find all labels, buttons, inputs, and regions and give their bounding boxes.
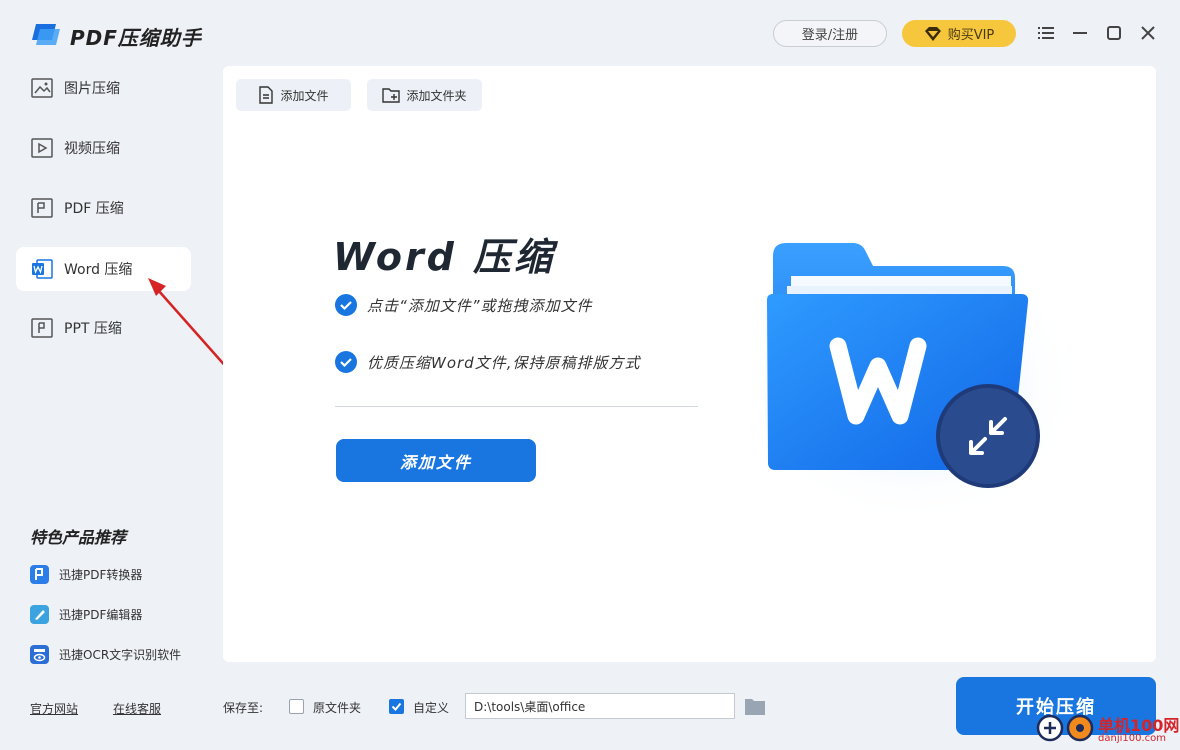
sidebar-item-word-compress[interactable]: Word 压缩 <box>16 247 191 291</box>
official-site-link[interactable]: 官方网站 <box>30 700 78 717</box>
product-label: 迅捷PDF编辑器 <box>59 607 143 622</box>
feature-bullet: 点击“添加文件”或拖拽添加文件 <box>335 294 593 316</box>
sidebar-item-label: Word 压缩 <box>64 262 133 278</box>
sidebar-item-ppt-compress[interactable]: PPT 压缩 <box>16 306 191 350</box>
check-circle-icon <box>335 294 357 316</box>
product-label: 迅捷PDF转换器 <box>59 567 143 582</box>
pdf-compress-icon <box>31 198 53 218</box>
video-compress-icon <box>31 138 53 158</box>
add-file-icon <box>259 86 274 104</box>
hero-title: Word 压缩 <box>333 235 556 279</box>
add-folder-button[interactable]: 添加文件夹 <box>367 79 482 111</box>
sidebar-item-pdf-compress[interactable]: PDF 压缩 <box>16 186 191 230</box>
diamond-icon <box>924 26 941 41</box>
maximize-icon[interactable] <box>1103 22 1125 44</box>
custom-folder-label: 自定义 <box>413 701 450 715</box>
featured-products-title: 特色产品推荐 <box>30 528 127 547</box>
add-file-button[interactable]: 添加文件 <box>236 79 351 111</box>
product-label: 迅捷OCR文字识别软件 <box>59 647 182 662</box>
browse-folder-icon[interactable] <box>744 696 766 716</box>
sidebar-item-video-compress[interactable]: 视频压缩 <box>16 126 191 170</box>
pdf-editor-icon <box>30 604 49 624</box>
close-icon[interactable] <box>1137 22 1159 44</box>
vip-label: 购买VIP <box>947 28 995 43</box>
product-pdf-converter[interactable]: 迅捷PDF转换器 <box>30 563 142 585</box>
add-folder-icon <box>382 88 401 103</box>
add-folder-label: 添加文件夹 <box>406 88 467 103</box>
original-folder-checkbox[interactable] <box>289 699 304 714</box>
product-ocr[interactable]: 迅捷OCR文字识别软件 <box>30 643 181 665</box>
divider <box>335 406 698 407</box>
product-pdf-editor[interactable]: 迅捷PDF编辑器 <box>30 603 142 625</box>
ppt-compress-icon <box>31 318 53 338</box>
pdf-converter-icon <box>30 564 49 584</box>
add-file-label: 添加文件 <box>280 88 329 103</box>
buy-vip-button[interactable]: 购买VIP <box>902 20 1016 47</box>
login-register-button[interactable]: 登录/注册 <box>773 20 887 47</box>
word-compress-icon <box>32 259 53 279</box>
add-file-main-button[interactable]: 添加文件 <box>336 439 536 482</box>
sidebar-item-image-compress[interactable]: 图片压缩 <box>16 66 191 110</box>
online-support-link[interactable]: 在线客服 <box>113 700 161 717</box>
feature-text: 点击“添加文件”或拖拽添加文件 <box>367 296 593 315</box>
original-folder-label: 原文件夹 <box>313 701 362 715</box>
watermark-url: danji100.com <box>1098 733 1166 744</box>
check-circle-icon <box>335 351 357 373</box>
sidebar-item-label: 视频压缩 <box>64 141 120 157</box>
minimize-icon[interactable] <box>1069 22 1091 44</box>
feature-text: 优质压缩Word文件,保持原稿排版方式 <box>367 353 641 372</box>
main-panel: 添加文件 添加文件夹 Word 压缩 点击“添加文件”或拖拽添加文件 优质压缩W… <box>223 66 1156 662</box>
custom-folder-checkbox[interactable] <box>389 699 404 714</box>
ocr-icon <box>30 644 49 664</box>
image-compress-icon <box>31 78 53 98</box>
app-title: PDF压缩助手 <box>70 26 202 50</box>
checkmark-icon <box>391 702 402 711</box>
app-logo-icon <box>32 24 60 45</box>
save-to-label: 保存至: <box>223 701 264 715</box>
feature-bullet: 优质压缩Word文件,保持原稿排版方式 <box>335 351 640 373</box>
menu-icon[interactable] <box>1035 22 1057 44</box>
word-folder-illustration <box>743 243 1083 526</box>
sidebar-item-label: 图片压缩 <box>64 81 120 97</box>
sidebar-item-label: PPT 压缩 <box>64 321 122 337</box>
sidebar-item-label: PDF 压缩 <box>64 201 124 217</box>
output-path-input[interactable] <box>465 693 735 719</box>
